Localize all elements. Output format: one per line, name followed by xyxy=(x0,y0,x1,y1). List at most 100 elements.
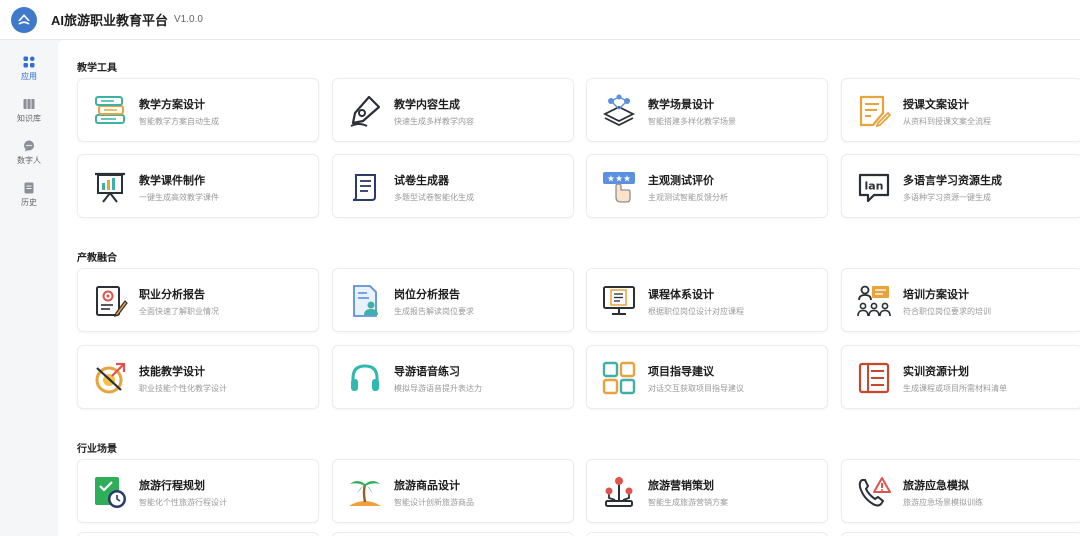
card-subtitle: 旅游应急场景模拟训练 xyxy=(903,498,983,507)
sidebar-item-label: 数字人 xyxy=(17,156,41,165)
card-subtitle: 智能生成旅游营销方案 xyxy=(648,498,728,507)
card-title: 授课文案设计 xyxy=(903,99,969,111)
card-subtitle: 全面快速了解职业情况 xyxy=(139,307,219,316)
sidebar-item-label: 知识库 xyxy=(17,114,41,123)
section-title-teaching-tools: 教学工具 xyxy=(77,63,117,74)
card-subtitle: 多题型试卷智能化生成 xyxy=(394,193,474,202)
pen-nib-icon xyxy=(347,93,383,129)
sidebar-item-history[interactable]: 历史 xyxy=(0,174,58,216)
card-itinerary-planning[interactable]: 旅游行程规划 智能化个性旅游行程设计 xyxy=(77,459,319,523)
card-title: 项目指导建议 xyxy=(648,366,714,378)
sidebar-item-knowledge[interactable]: 知识库 xyxy=(0,90,58,132)
itinerary-clock-icon xyxy=(92,474,128,510)
card-lecture-script[interactable]: 授课文案设计 从资料到授课文案全流程 xyxy=(841,78,1080,142)
card-subtitle: 对话交互获取项目指导建议 xyxy=(648,384,744,393)
card-title: 实训资源计划 xyxy=(903,366,969,378)
card-title: 岗位分析报告 xyxy=(394,289,460,301)
headphones-icon xyxy=(347,360,383,396)
card-subtitle: 生成课程或项目所需材料清单 xyxy=(903,384,1007,393)
layers-network-icon xyxy=(601,93,637,129)
main-content: 教学工具 教学方案设计 智能教学方案自动生成 教学内容生成 快速生成多样教学内容 xyxy=(58,40,1080,536)
card-subtitle: 主观测试智能反馈分析 xyxy=(648,193,728,202)
palm-island-icon xyxy=(347,474,383,510)
card-scene-design[interactable]: 教学场景设计 智能搭建多样化教学场景 xyxy=(586,78,828,142)
emergency-call-icon xyxy=(856,474,892,510)
card-subtitle: 快速生成多样教学内容 xyxy=(394,117,474,126)
language-bubble-icon: lan xyxy=(856,169,892,205)
card-subtitle: 生成报告解读岗位要求 xyxy=(394,307,474,316)
card-exam-generator[interactable]: 试卷生成器 多题型试卷智能化生成 xyxy=(332,154,574,218)
history-doc-icon xyxy=(24,182,34,194)
card-content-generation[interactable]: 教学内容生成 快速生成多样教学内容 xyxy=(332,78,574,142)
card-course-system[interactable]: 课程体系设计 根据职位岗位设计对应课程 xyxy=(586,268,828,332)
card-courseware[interactable]: 教学课件制作 一键生成高效教学课件 xyxy=(77,154,319,218)
app-title: AI旅游职业教育平台 xyxy=(51,13,169,28)
card-marketing-plan[interactable]: 旅游营销策划 智能生成旅游营销方案 xyxy=(586,459,828,523)
card-subtitle: 智能教学方案自动生成 xyxy=(139,117,219,126)
tiles-grid-icon xyxy=(601,360,637,396)
card-subtitle: 智能搭建多样化教学场景 xyxy=(648,117,736,126)
card-training-plan[interactable]: 培训方案设计 符合职位岗位要求的培训 xyxy=(841,268,1080,332)
app-logo-icon[interactable] xyxy=(11,6,37,33)
card-subtitle: 从资料到授课文案全流程 xyxy=(903,117,991,126)
card-subtitle: 智能设计创新旅游商品 xyxy=(394,498,474,507)
card-subtitle: 符合职位岗位要求的培训 xyxy=(903,307,991,316)
marketing-pins-icon xyxy=(601,474,637,510)
card-skill-teaching[interactable]: 技能教学设计 职业技能个性化教学设计 xyxy=(77,345,319,409)
exam-scroll-icon xyxy=(347,169,383,205)
card-title: 主观测试评价 xyxy=(648,175,714,187)
card-subjective-assessment[interactable]: ★★★ 主观测试评价 主观测试智能反馈分析 xyxy=(586,154,828,218)
card-subtitle: 模拟导游语音提升表达力 xyxy=(394,384,482,393)
card-partial[interactable] xyxy=(841,532,1080,536)
svg-text:★★★: ★★★ xyxy=(607,175,631,185)
card-title: 旅游行程规划 xyxy=(139,480,205,492)
card-position-report[interactable]: 岗位分析报告 生成报告解读岗位要求 xyxy=(332,268,574,332)
card-subtitle: 智能化个性旅游行程设计 xyxy=(139,498,227,507)
card-title: 技能教学设计 xyxy=(139,366,205,378)
skill-compass-icon xyxy=(92,360,128,396)
card-subtitle: 多语种学习资源一键生成 xyxy=(903,193,991,202)
card-title: 试卷生成器 xyxy=(394,175,449,187)
card-teaching-plan[interactable]: 教学方案设计 智能教学方案自动生成 xyxy=(77,78,319,142)
card-project-guidance[interactable]: 项目指导建议 对话交互获取项目指导建议 xyxy=(586,345,828,409)
card-title: 教学方案设计 xyxy=(139,99,205,111)
card-title: 课程体系设计 xyxy=(648,289,714,301)
library-icon xyxy=(23,99,35,109)
sidebar-item-label: 应用 xyxy=(21,72,37,81)
card-training-resource-plan[interactable]: 实训资源计划 生成课程或项目所需材料清单 xyxy=(841,345,1080,409)
card-title: 多语言学习资源生成 xyxy=(903,175,1002,187)
resource-list-icon xyxy=(856,360,892,396)
training-group-icon xyxy=(856,283,892,319)
top-bar: AI旅游职业教育平台 V1.0.0 xyxy=(0,0,1080,40)
presentation-board-icon xyxy=(92,169,128,205)
stacked-books-icon xyxy=(92,93,128,129)
card-multilingual-resources[interactable]: lan 多语言学习资源生成 多语种学习资源一键生成 xyxy=(841,154,1080,218)
card-title: 教学课件制作 xyxy=(139,175,205,187)
chat-bubble-icon xyxy=(24,140,34,152)
card-career-report[interactable]: 职业分析报告 全面快速了解职业情况 xyxy=(77,268,319,332)
sidebar-item-digital-human[interactable]: 数字人 xyxy=(0,132,58,174)
card-partial[interactable] xyxy=(586,532,828,536)
card-title: 培训方案设计 xyxy=(903,289,969,301)
card-product-design[interactable]: 旅游商品设计 智能设计创新旅游商品 xyxy=(332,459,574,523)
card-subtitle: 一键生成高效教学课件 xyxy=(139,193,219,202)
card-subtitle: 职业技能个性化教学设计 xyxy=(139,384,227,393)
card-title: 旅游应急模拟 xyxy=(903,480,969,492)
card-title: 旅游营销策划 xyxy=(648,480,714,492)
card-title: 旅游商品设计 xyxy=(394,480,460,492)
sidebar-item-label: 历史 xyxy=(21,198,37,207)
card-title: 教学内容生成 xyxy=(394,99,460,111)
card-partial[interactable] xyxy=(332,532,574,536)
document-pencil-icon xyxy=(856,93,892,129)
sidebar-item-apps[interactable]: 应用 xyxy=(0,48,58,90)
sidebar: 应用 知识库 数字人 历史 xyxy=(0,40,58,536)
card-title: 导游语音练习 xyxy=(394,366,460,378)
card-guide-voice-practice[interactable]: 导游语音练习 模拟导游语音提升表达力 xyxy=(332,345,574,409)
svg-text:lan: lan xyxy=(864,180,883,193)
course-monitor-icon xyxy=(601,283,637,319)
card-emergency-simulation[interactable]: 旅游应急模拟 旅游应急场景模拟训练 xyxy=(841,459,1080,523)
app-version: V1.0.0 xyxy=(174,14,203,25)
card-partial[interactable] xyxy=(77,532,319,536)
section-title-industry-scenarios: 行业场景 xyxy=(77,444,117,455)
card-title: 教学场景设计 xyxy=(648,99,714,111)
